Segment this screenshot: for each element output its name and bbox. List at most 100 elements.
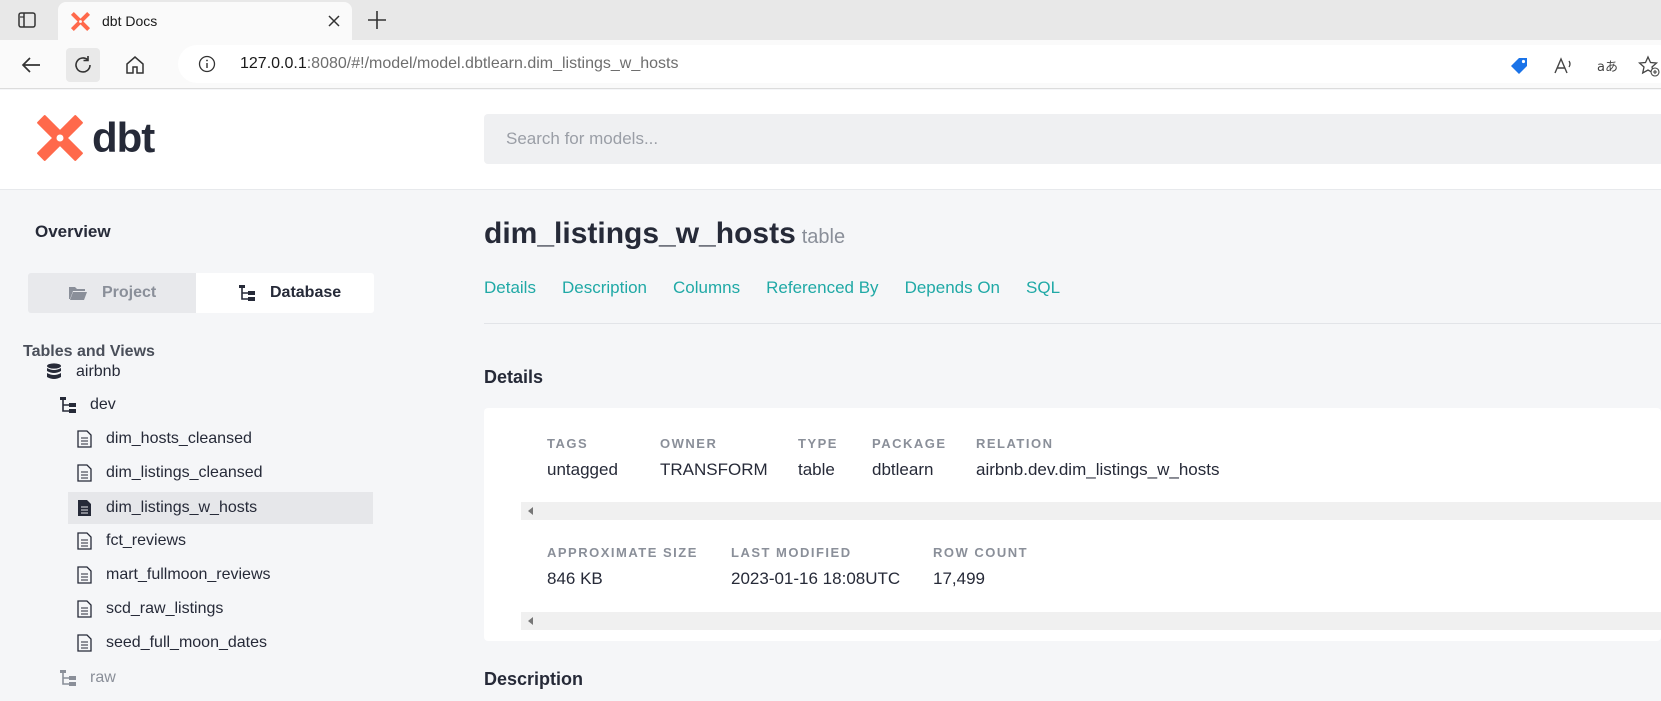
stat-approximate-size: APPROXIMATE SIZE 846 KB <box>547 545 698 589</box>
browser-toolbar: 127.0.0.1:8080/#!/model/model.dbtlearn.d… <box>0 40 1661 89</box>
document-icon <box>74 600 94 618</box>
stat-relation: RELATION airbnb.dev.dim_listings_w_hosts <box>976 436 1219 480</box>
tree-model-label: dim_listings_cleansed <box>106 464 263 481</box>
tree-model-item[interactable]: mart_fullmoon_reviews <box>68 560 373 590</box>
home-icon[interactable] <box>118 48 152 82</box>
tree-model-label: dim_listings_w_hosts <box>106 499 258 516</box>
dbt-logo[interactable]: dbt <box>36 114 155 162</box>
view-switch: Project Database <box>28 273 374 313</box>
stat-value: 846 KB <box>547 569 603 588</box>
section-nav: Details Description Columns Referenced B… <box>484 278 1086 298</box>
stat-last-modified: LAST MODIFIED 2023-01-16 18:08UTC <box>731 545 900 589</box>
price-tag-icon[interactable] <box>1508 55 1530 77</box>
tree-model-item[interactable]: scd_raw_listings <box>68 594 373 624</box>
dbt-header: dbt <box>0 90 1661 190</box>
horizontal-scrollbar[interactable] <box>521 612 1661 630</box>
tree-schema-dev[interactable]: dev <box>58 390 374 420</box>
tab-actions-icon[interactable] <box>16 9 38 31</box>
tree-model-item[interactable]: fct_reviews <box>68 526 373 556</box>
schema-tree-icon <box>58 669 78 687</box>
dbt-favicon-icon <box>70 11 91 32</box>
translate-icon[interactable]: aあ <box>1596 55 1618 77</box>
database-icon <box>44 363 64 381</box>
overview-link[interactable]: Overview <box>35 222 111 242</box>
scroll-left-icon[interactable] <box>528 507 533 515</box>
document-filled-icon <box>74 499 94 517</box>
tree-model-item[interactable]: seed_full_moon_dates <box>68 628 373 658</box>
stat-label: ROW COUNT <box>933 545 1029 560</box>
nav-columns-link[interactable]: Columns <box>673 278 740 298</box>
browser-tabstrip: dbt Docs <box>0 0 1661 40</box>
document-icon <box>74 566 94 584</box>
search-input[interactable] <box>484 114 1661 164</box>
nav-description-link[interactable]: Description <box>562 278 647 298</box>
schema-tree-icon <box>238 284 256 302</box>
nav-details-link[interactable]: Details <box>484 278 536 298</box>
tree-model-item-active[interactable]: dim_listings_w_hosts <box>68 492 373 524</box>
stat-package: PACKAGE dbtlearn <box>872 436 947 480</box>
url-text: 127.0.0.1:8080/#!/model/model.dbtlearn.d… <box>240 55 679 73</box>
stat-value: 17,499 <box>933 569 985 588</box>
document-icon <box>74 634 94 652</box>
horizontal-scrollbar[interactable] <box>521 502 1661 520</box>
page-title: dim_listings_w_hosts table <box>484 217 845 251</box>
description-heading: Description <box>484 669 584 689</box>
model-materialization: table <box>801 226 846 248</box>
new-tab-icon[interactable] <box>366 9 388 31</box>
nav-sql-link[interactable]: SQL <box>1026 278 1060 298</box>
stat-type: TYPE table <box>798 436 838 480</box>
schema-tree-icon <box>58 396 78 414</box>
divider <box>484 323 1661 324</box>
tree-model-label: mart_fullmoon_reviews <box>106 566 271 583</box>
tree-model-label: fct_reviews <box>106 532 187 549</box>
site-info-icon[interactable] <box>198 55 216 78</box>
stat-value: dbtlearn <box>872 460 934 479</box>
add-favorite-icon[interactable] <box>1637 55 1660 77</box>
details-heading: Details <box>484 367 544 387</box>
tree-model-item[interactable]: dim_listings_cleansed <box>68 458 373 488</box>
tree-model-item[interactable]: dim_hosts_cleansed <box>68 424 373 454</box>
url-path: :8080/#!/model/model.dbtlearn.dim_listin… <box>306 55 679 72</box>
model-detail: dim_listings_w_hosts table Details Descri… <box>484 190 1661 701</box>
scroll-left-icon[interactable] <box>528 617 533 625</box>
stat-label: TAGS <box>547 436 589 451</box>
nav-referenced-by-link[interactable]: Referenced By <box>766 278 878 298</box>
sidebar: Overview Project Database Tables and Vie… <box>0 190 400 701</box>
document-icon <box>74 532 94 550</box>
url-host: 127.0.0.1 <box>240 55 307 72</box>
stat-value: table <box>798 460 835 479</box>
back-icon[interactable] <box>14 48 48 82</box>
refresh-icon[interactable] <box>66 48 100 82</box>
tree-schema-raw[interactable]: raw <box>58 663 374 693</box>
stat-label: PACKAGE <box>872 436 947 451</box>
details-card: TAGS untagged OWNER TRANSFORM TYPE table… <box>484 408 1661 641</box>
stat-row-count: ROW COUNT 17,499 <box>933 545 1028 589</box>
tree-schema-label: raw <box>90 669 116 686</box>
read-aloud-icon[interactable] <box>1552 55 1574 77</box>
document-icon <box>74 430 94 448</box>
stat-value: untagged <box>547 460 618 479</box>
dbt-logo-icon <box>37 115 83 161</box>
database-tab[interactable]: Database <box>196 273 374 313</box>
tree-database-airbnb[interactable]: airbnb <box>44 357 374 387</box>
nav-depends-on-link[interactable]: Depends On <box>905 278 1000 298</box>
stat-value: airbnb.dev.dim_listings_w_hosts <box>976 460 1220 479</box>
database-tab-label: Database <box>270 284 342 301</box>
stat-label: LAST MODIFIED <box>731 545 852 560</box>
stat-label: RELATION <box>976 436 1054 451</box>
stat-label: APPROXIMATE SIZE <box>547 545 698 560</box>
address-bar[interactable]: 127.0.0.1:8080/#!/model/model.dbtlearn.d… <box>178 45 1661 83</box>
close-tab-icon[interactable] <box>324 11 344 31</box>
tree-model-label: seed_full_moon_dates <box>106 634 268 651</box>
tree-schema-label: dev <box>90 396 116 413</box>
stat-label: TYPE <box>798 436 838 451</box>
stat-value: TRANSFORM <box>660 460 768 479</box>
project-tab[interactable]: Project <box>28 273 195 313</box>
project-tab-label: Project <box>102 284 157 301</box>
browser-tab[interactable]: dbt Docs <box>58 2 352 40</box>
stat-value: 2023-01-16 18:08UTC <box>731 569 901 588</box>
model-name: dim_listings_w_hosts <box>484 217 796 250</box>
stat-owner: OWNER TRANSFORM <box>660 436 768 480</box>
folder-icon <box>68 285 88 301</box>
stat-label: OWNER <box>660 436 718 451</box>
